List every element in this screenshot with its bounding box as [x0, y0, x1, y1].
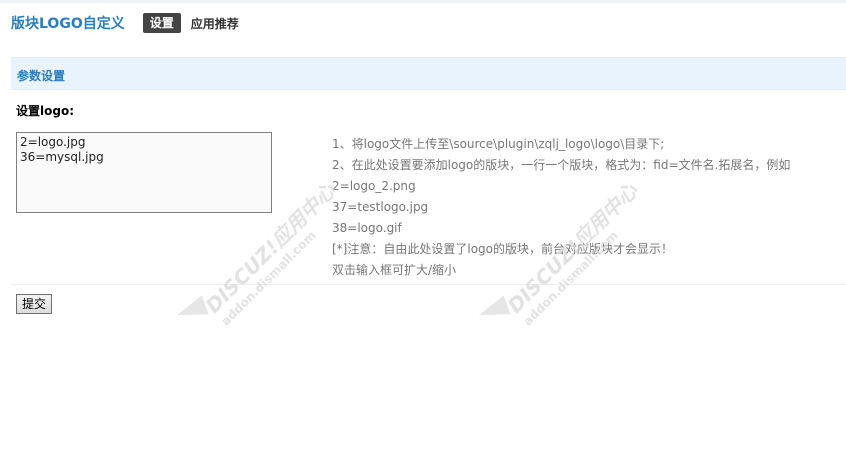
watermark-url: addon.dismall.com [218, 228, 319, 329]
tip-line: 双击输入框可扩大/缩小 [332, 263, 457, 277]
row-divider [11, 284, 846, 285]
tip-line: 1、将logo文件上传至\source\plugin\zqlj_logo\log… [332, 137, 665, 151]
section-header: 参数设置 [11, 57, 846, 90]
tip-line: 2、在此处设置要添加logo的版块，一行一个版块，格式为：fid=文件名.拓展名… [332, 158, 791, 172]
setting-logo-label: 设置logo: [16, 104, 74, 118]
watermark-arrow-icon [173, 295, 209, 325]
tip-line: [*]注意：自由此处设置了logo的版块，前台对应版块才会显示！ [332, 242, 674, 256]
watermark-arrow-icon [475, 295, 511, 325]
tab-settings[interactable]: 设置 [142, 13, 181, 33]
page-header: 版块LOGO自定义 设置 应用推荐 [11, 12, 239, 34]
logo-config-textarea[interactable]: 2=logo.jpg 36=mysql.jpg [16, 132, 272, 213]
setting-tips: 1、将logo文件上传至\source\plugin\zqlj_logo\log… [332, 134, 842, 281]
submit-button[interactable]: 提交 [16, 294, 53, 314]
tab-app-recommend[interactable]: 应用推荐 [191, 15, 239, 32]
section-title: 参数设置 [17, 69, 66, 83]
tip-line: 37=testlogo.jpg [332, 200, 429, 214]
tip-line: 38=logo.gif [332, 221, 402, 235]
page-title: 版块LOGO自定义 [11, 16, 125, 32]
top-border [0, 0, 846, 3]
tip-line: 2=logo_2.png [332, 179, 416, 193]
